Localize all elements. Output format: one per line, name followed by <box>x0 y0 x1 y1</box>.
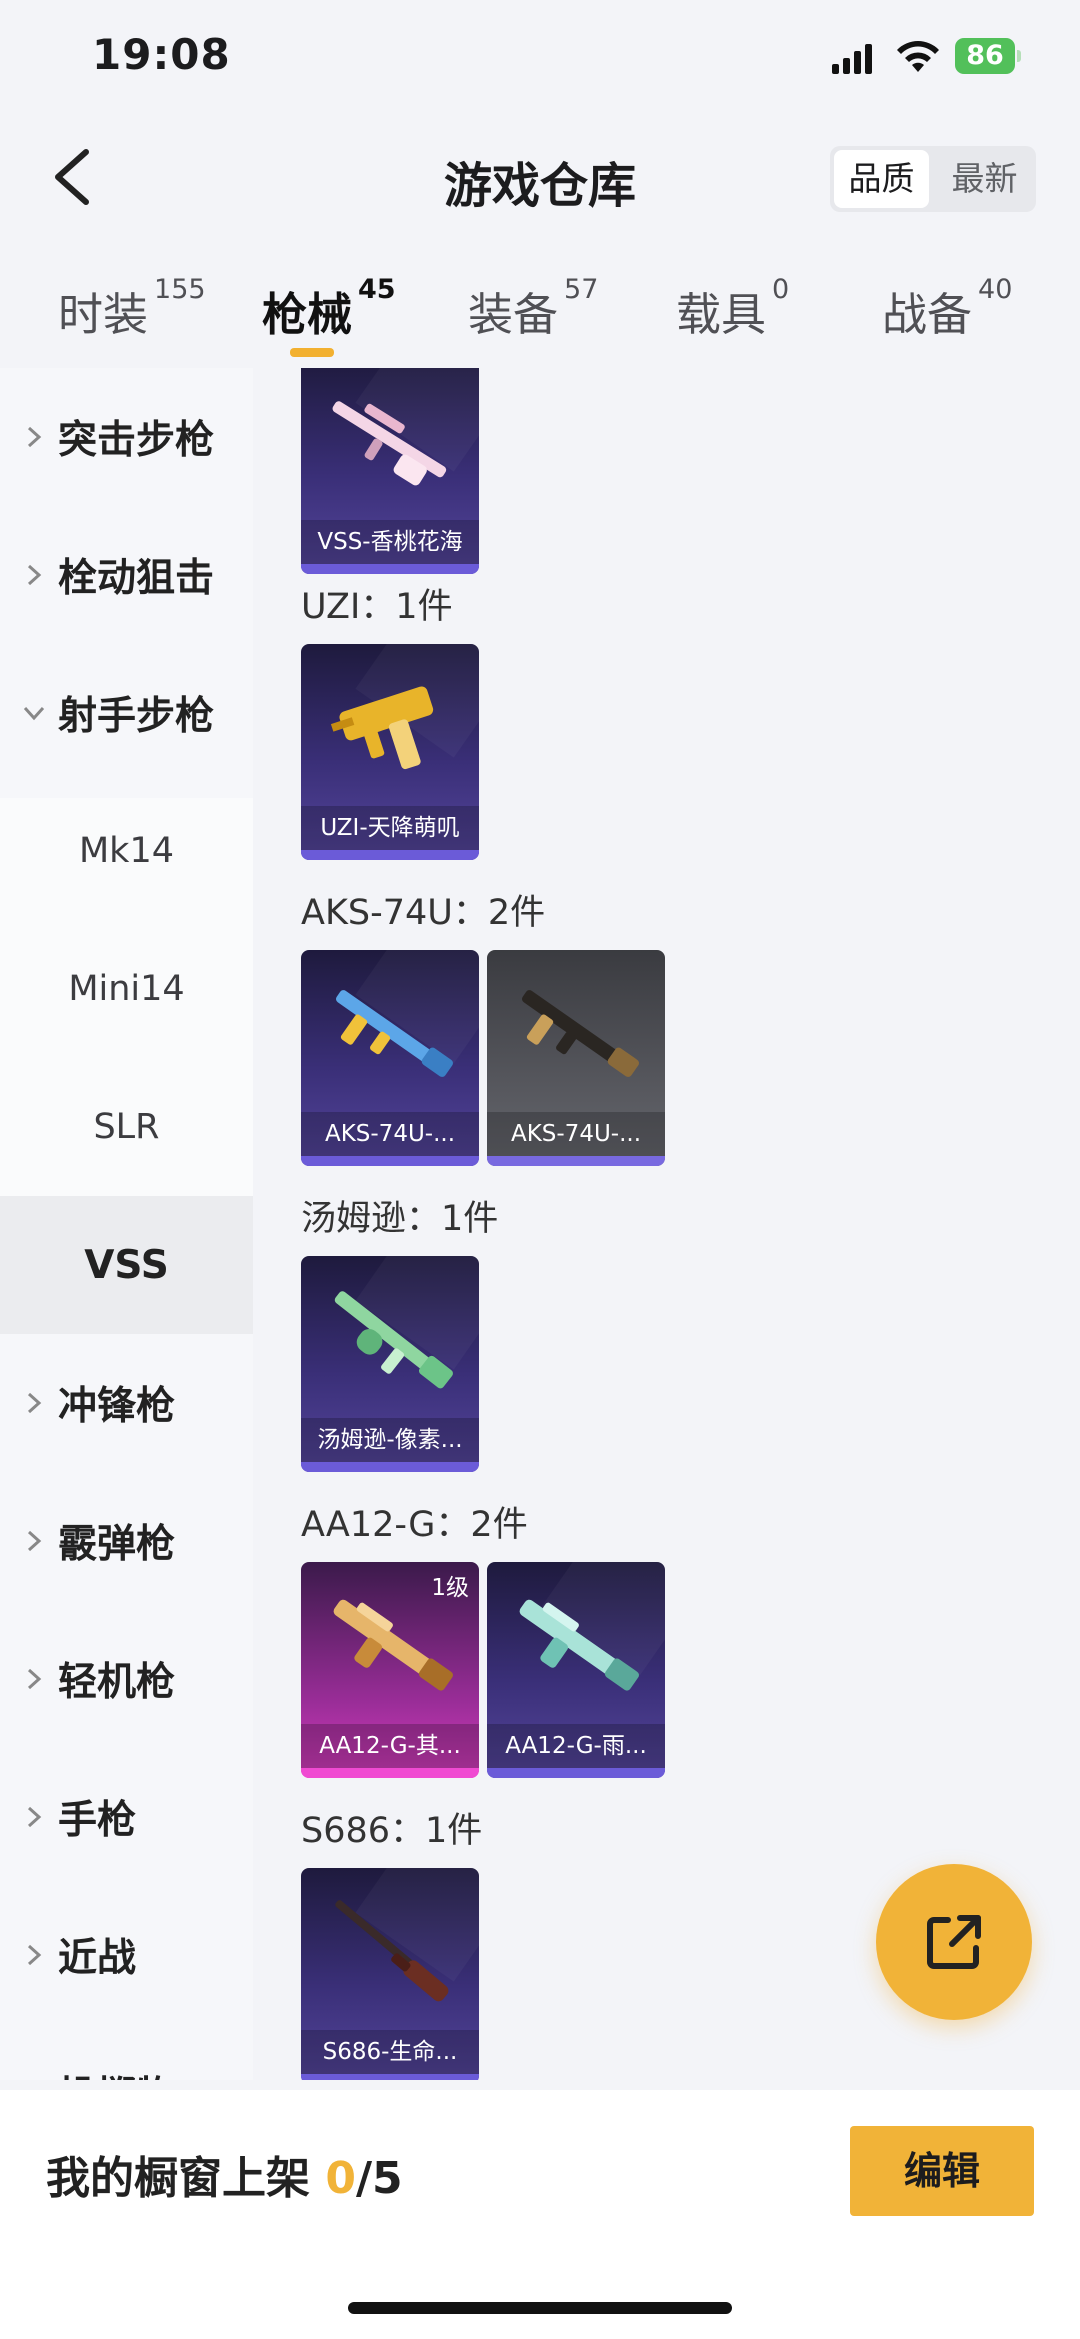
group-title-s686: S686：1件 <box>301 1811 483 1851</box>
sort-by-quality[interactable]: 品质 <box>834 150 929 208</box>
item-card[interactable]: AKS-74U-... <box>487 950 665 1166</box>
chevron-down-icon <box>23 706 45 721</box>
battery-icon: 86 <box>955 38 1021 74</box>
group-title-thompson: 汤姆逊：1件 <box>301 1199 499 1239</box>
sidebar-item-bolt-sniper[interactable]: 栓动狙击 <box>0 506 253 644</box>
sidebar-item-mk14[interactable]: Mk14 <box>0 782 253 920</box>
sniper-rifle-icon <box>332 401 447 486</box>
wifi-icon <box>897 41 939 72</box>
group-title-aa12g: AA12-G：2件 <box>301 1505 528 1545</box>
tab-firearms[interactable]: 枪械 45 <box>262 274 396 343</box>
category-tabs: 时装 155 枪械 45 装备 57 载具 0 战备 40 <box>0 258 1080 368</box>
home-indicator <box>348 2302 732 2314</box>
chevron-right-icon <box>27 426 42 448</box>
chevron-right-icon <box>20 2079 48 2080</box>
chevron-right-icon <box>27 1944 42 1966</box>
sidebar-item-mini14[interactable]: Mini14 <box>0 920 253 1058</box>
sidebar-item-melee[interactable]: 近战 <box>0 1886 253 2024</box>
category-sidebar: 突击步枪 栓动狙击 射手步枪 Mk14 Mini14 SLR VSS 冲锋枪 霰… <box>0 368 253 2080</box>
sidebar-item-vss[interactable]: VSS <box>0 1196 253 1334</box>
header: 游戏仓库 品质 最新 <box>0 120 1080 240</box>
sidebar-item-throwables[interactable]: 投掷物 <box>0 2024 253 2080</box>
item-card[interactable]: UZI-天降萌叽 <box>301 644 479 860</box>
uzi-icon <box>330 686 434 770</box>
item-card[interactable]: 汤姆逊-像素... <box>301 1256 479 1472</box>
chevron-right-icon <box>27 1668 42 1690</box>
item-card[interactable]: AKS-74U-... <box>301 950 479 1166</box>
battery-level: 86 <box>955 38 1015 74</box>
sort-toggle[interactable]: 品质 最新 <box>830 146 1036 212</box>
tab-supplies[interactable]: 战备 40 <box>882 274 1012 343</box>
external-link-icon <box>927 1915 981 1969</box>
sidebar-item-marksman-rifle[interactable]: 射手步枪 <box>0 644 253 782</box>
item-card[interactable]: S686-生命... <box>301 1868 479 2080</box>
group-title-aks74u: AKS-74U：2件 <box>301 893 546 933</box>
sidebar-item-lmg[interactable]: 轻机枪 <box>0 1610 253 1748</box>
smg-icon <box>522 990 639 1077</box>
showcase-bar: 我的橱窗上架 0/5 编辑 <box>0 2090 1080 2339</box>
double-barrel-icon <box>335 1900 449 2002</box>
tommy-gun-icon <box>334 1291 453 1389</box>
sidebar-item-assault-rifle[interactable]: 突击步枪 <box>0 368 253 506</box>
tab-vehicles[interactable]: 载具 0 <box>676 274 789 343</box>
chevron-right-icon <box>27 564 42 586</box>
edit-button[interactable]: 编辑 <box>850 2126 1034 2216</box>
tab-equipment[interactable]: 装备 57 <box>468 274 598 343</box>
group-title-uzi: UZI：1件 <box>301 587 453 627</box>
sidebar-item-shotgun[interactable]: 霰弹枪 <box>0 1472 253 1610</box>
status-bar: 19:08 86 <box>0 0 1080 120</box>
smg-icon <box>336 990 453 1077</box>
tab-fashion[interactable]: 时装 155 <box>58 274 206 343</box>
sidebar-item-slr[interactable]: SLR <box>0 1058 253 1196</box>
shotgun-icon <box>333 1599 453 1691</box>
sort-by-newest[interactable]: 最新 <box>937 150 1032 208</box>
sidebar-item-pistol[interactable]: 手枪 <box>0 1748 253 1886</box>
share-button[interactable] <box>876 1864 1032 2020</box>
sidebar-item-smg[interactable]: 冲锋枪 <box>0 1334 253 1472</box>
item-card[interactable]: 1级 AA12-G-其... <box>301 1562 479 1778</box>
status-time: 19:08 <box>92 30 231 79</box>
item-card[interactable]: AA12-G-雨... <box>487 1562 665 1778</box>
item-grid: VSS-香桃花海 UZI：1件 UZI-天降萌叽 AKS-74U：2件 AKS-… <box>253 368 1080 2080</box>
cellular-signal-icon <box>832 44 872 74</box>
showcase-status: 我的橱窗上架 0/5 <box>46 2153 403 2204</box>
chevron-right-icon <box>27 1530 42 1552</box>
chevron-right-icon <box>27 1392 42 1414</box>
item-card[interactable]: VSS-香桃花海 <box>301 368 479 574</box>
shotgun-icon <box>519 1599 639 1691</box>
active-tab-indicator <box>290 348 334 357</box>
chevron-right-icon <box>27 1806 42 1828</box>
